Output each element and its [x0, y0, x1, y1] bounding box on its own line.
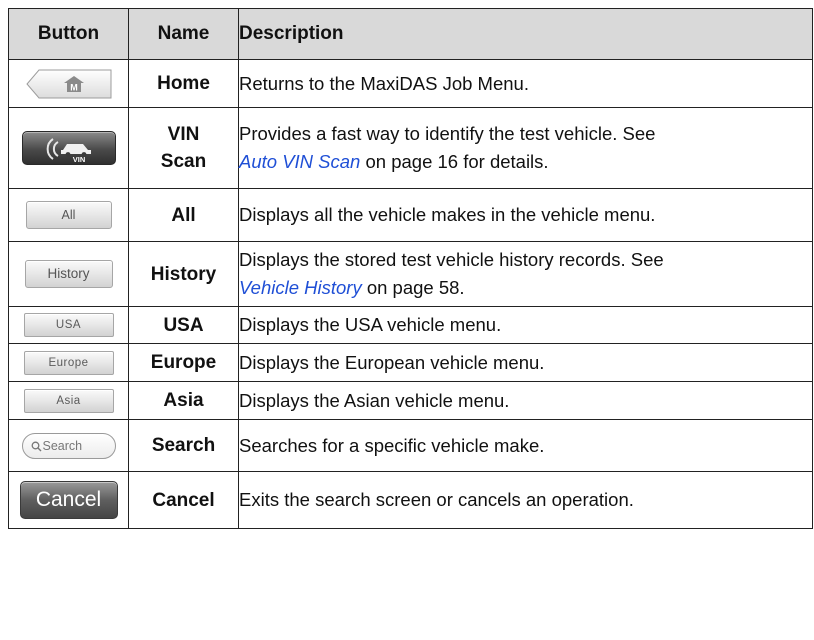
- table-row: Cancel Cancel Exits the search screen or…: [8, 471, 813, 529]
- history-button-image: History: [24, 260, 113, 288]
- row-description-line1: Displays the stored test vehicle history…: [239, 249, 664, 270]
- vin-scan-icon: VIN: [46, 138, 91, 163]
- cancel-button-image: Cancel: [19, 481, 118, 519]
- row-description: Displays all the vehicle makes in the ve…: [238, 188, 813, 242]
- auto-vin-scan-link[interactable]: Auto VIN Scan: [239, 151, 360, 172]
- button-reference-table: Button Name Description M Home Returns t…: [8, 8, 813, 529]
- row-name: USA: [128, 306, 239, 344]
- header-description: Description: [238, 8, 813, 60]
- vin-scan-button-image: VIN: [21, 131, 116, 165]
- table-row: All All Displays all the vehicle makes i…: [8, 188, 813, 242]
- table-row: M Home Returns to the MaxiDAS Job Menu.: [8, 59, 813, 108]
- table-header-row: Button Name Description: [8, 8, 813, 60]
- vehicle-history-link[interactable]: Vehicle History: [239, 277, 362, 298]
- row-description: Exits the search screen or cancels an op…: [238, 471, 813, 529]
- row-name: Cancel: [128, 471, 239, 529]
- row-description: Searches for a specific vehicle make.: [238, 419, 813, 472]
- table-row: History History Displays the stored test…: [8, 241, 813, 307]
- header-button: Button: [8, 8, 129, 60]
- document-page: Button Name Description M Home Returns t…: [0, 0, 814, 640]
- magnifier-icon: [31, 441, 41, 452]
- row-name: Search: [128, 419, 239, 472]
- row-name-line1: VIN: [167, 124, 200, 145]
- home-button-image: M: [25, 69, 113, 99]
- table-row: Search Search Searches for a specific ve…: [8, 419, 813, 472]
- row-description-line2: on page 58.: [361, 277, 465, 298]
- europe-button-image: Europe: [23, 350, 114, 375]
- row-name: History: [128, 241, 239, 307]
- row-description: Returns to the MaxiDAS Job Menu.: [238, 59, 813, 108]
- svg-text:M: M: [70, 82, 78, 92]
- row-description: Displays the European vehicle menu.: [238, 343, 813, 382]
- row-description-line2: on page 16 for details.: [360, 151, 549, 172]
- row-name: Europe: [128, 343, 239, 382]
- row-name: All: [128, 188, 239, 242]
- row-description: Displays the USA vehicle menu.: [238, 306, 813, 344]
- asia-button-image: Asia: [23, 388, 114, 413]
- table-row: VIN VIN Scan Provides a fast way to iden…: [8, 107, 813, 189]
- table-row: Asia Asia Displays the Asian vehicle men…: [8, 381, 813, 420]
- row-name: Asia: [128, 381, 239, 420]
- row-description-line1: Provides a fast way to identify the test…: [239, 123, 656, 144]
- row-name: Home: [128, 59, 239, 108]
- all-button-image: All: [25, 201, 112, 229]
- header-name: Name: [128, 8, 239, 60]
- table-row: Europe Europe Displays the European vehi…: [8, 343, 813, 382]
- search-button-text: Search: [42, 438, 83, 453]
- usa-button-image: USA: [23, 313, 114, 337]
- table-row: USA USA Displays the USA vehicle menu.: [8, 306, 813, 344]
- home-icon: M: [63, 75, 84, 92]
- svg-text:VIN: VIN: [72, 155, 85, 163]
- row-name-line2: Scan: [160, 151, 207, 172]
- search-button-image: Search: [21, 432, 116, 459]
- row-description: Displays the Asian vehicle menu.: [238, 381, 813, 420]
